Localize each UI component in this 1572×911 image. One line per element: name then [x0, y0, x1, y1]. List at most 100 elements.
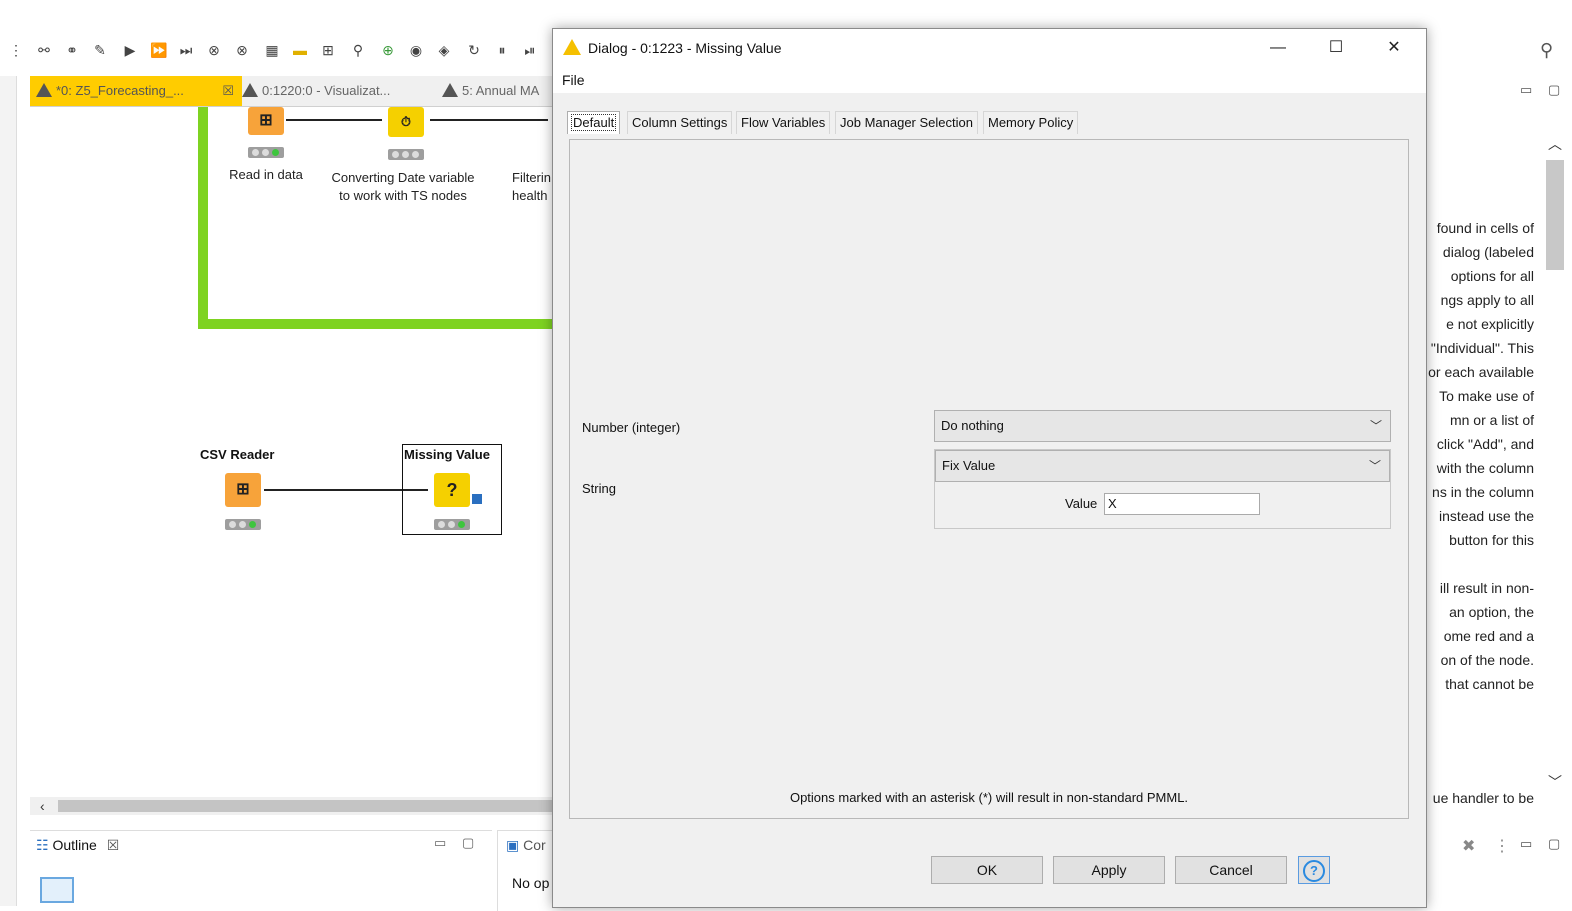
missing-value-dialog: Dialog - 0:1223 - Missing Value — ☐ ✕ Fi… — [552, 28, 1427, 908]
name-icon[interactable]: ◈ — [436, 42, 452, 58]
outline-title: Outline — [52, 837, 97, 853]
model-port-icon — [472, 494, 482, 504]
warning-icon — [442, 83, 458, 97]
add-icon[interactable]: ⊕ — [380, 42, 396, 58]
maximize-icon[interactable]: ▢ — [1548, 836, 1560, 852]
csv-reader-title: CSV Reader — [200, 447, 275, 462]
table-reset-icon[interactable]: ▦ — [264, 42, 280, 58]
hierarchy-icon[interactable]: ⚭ — [64, 42, 80, 58]
console-text: No op — [512, 875, 550, 891]
canvas-horizontal-scrollbar[interactable]: ‹ — [30, 797, 560, 815]
connection-line — [286, 119, 382, 121]
resume-icon[interactable]: ⏯ — [522, 42, 538, 58]
missing-value-title: Missing Value — [404, 447, 490, 462]
loop-icon[interactable]: ↻ — [466, 42, 482, 58]
warning-icon — [563, 39, 581, 55]
string-select[interactable]: Fix Value ﹀ — [935, 450, 1390, 482]
execute-all-icon[interactable]: ⏩ — [150, 42, 167, 58]
close-icon[interactable]: ☒ — [222, 76, 234, 106]
help-button[interactable]: ? — [1298, 856, 1330, 884]
string-label: String — [582, 481, 616, 496]
connect-icon[interactable]: ⚯ — [36, 42, 52, 58]
csv-reader-node[interactable]: ⊞ — [225, 473, 261, 507]
execute-icon[interactable]: ▶ — [122, 42, 138, 58]
apply-button[interactable]: Apply — [1053, 856, 1165, 884]
warning-icon — [36, 83, 52, 97]
id-icon[interactable]: ◉ — [408, 42, 424, 58]
number-integer-label: Number (integer) — [582, 420, 681, 435]
missing-value-node[interactable]: ? — [434, 473, 470, 507]
tab-column-settings[interactable]: Column Settings — [627, 111, 733, 134]
chevron-down-icon: ﹀ — [1368, 459, 1381, 473]
search-icon[interactable]: ⚲ — [1540, 40, 1553, 61]
string-settings-box: Fix Value ﹀ Value X — [934, 449, 1391, 529]
scrollbar-thumb[interactable] — [58, 800, 558, 812]
metanode-border-left — [198, 107, 208, 329]
outline-icon: ☷ — [36, 837, 49, 853]
main-toolbar: ⋮ ⚯ ⚭ ✎ ▶ ⏩ ⏭ ⊗ ⊗ ▦ ▬ ⊞ ⚲ ⊕ ◉ ◈ ↻ ⏸ ⏯ — [0, 34, 560, 66]
kebab-icon[interactable]: ⋮ — [8, 42, 24, 58]
pmml-footnote: Options marked with an asterisk (*) will… — [789, 790, 1189, 805]
chevron-down-icon: ﹀ — [1369, 419, 1382, 433]
node-status-lights — [434, 519, 470, 530]
number-integer-select[interactable]: Do nothing ﹀ — [934, 410, 1391, 442]
connection-line — [430, 119, 548, 121]
node-status-lights — [225, 519, 261, 530]
console-icon: ▣ — [506, 837, 520, 853]
close-button[interactable]: ✕ — [1365, 29, 1423, 67]
console-view: ▣ Cor No op — [497, 830, 558, 911]
tab-default[interactable]: Default — [567, 111, 621, 134]
warning-icon — [242, 83, 258, 97]
menu-file[interactable]: File — [562, 72, 585, 88]
minimize-icon[interactable]: ▭ — [1520, 836, 1532, 852]
tab-job-manager-selection[interactable]: Job Manager Selection — [835, 111, 978, 134]
kebab-icon[interactable]: ⋮ — [1494, 836, 1510, 856]
tab-flow-variables[interactable]: Flow Variables — [736, 111, 831, 134]
editor-tab-forecasting[interactable]: *0: Z5_Forecasting_... ☒ — [30, 76, 242, 106]
minimize-icon[interactable]: ▭ — [1520, 82, 1532, 98]
left-side-strip — [0, 76, 17, 906]
cancel-all-icon[interactable]: ⊗ — [234, 42, 250, 58]
fix-value-input[interactable]: X — [1104, 493, 1260, 515]
node-label: Converting Date variable to work with TS… — [331, 170, 475, 203]
pause-icon[interactable]: ⏸ — [494, 42, 510, 58]
help-icon: ? — [1303, 859, 1325, 882]
minimize-icon[interactable]: ▭ — [434, 835, 446, 851]
chevron-left-icon[interactable]: ‹ — [40, 797, 45, 815]
outline-view: ☷ Outline ☒ ▭ ▢ — [30, 830, 492, 911]
outline-thumbnail[interactable] — [40, 877, 74, 903]
fix-value-label: Value — [1065, 496, 1098, 511]
tools-icon[interactable]: ✖ — [1462, 836, 1475, 856]
node-label: Read in data — [229, 167, 303, 182]
read-data-node[interactable]: ⊞ — [248, 107, 284, 135]
inspect-icon[interactable]: ⊞ — [320, 42, 336, 58]
dialog-titlebar[interactable]: Dialog - 0:1223 - Missing Value — ☐ ✕ — [553, 29, 1426, 67]
editor-tab-bar: *0: Z5_Forecasting_... ☒ 0:1220:0 - Visu… — [30, 76, 560, 107]
maximize-icon[interactable]: ▢ — [462, 835, 474, 851]
minimize-button[interactable]: — — [1249, 29, 1307, 67]
cancel-button[interactable]: Cancel — [1175, 856, 1287, 884]
dialog-title: Dialog - 0:1223 - Missing Value — [588, 40, 782, 56]
search-icon[interactable]: ⚲ — [350, 42, 366, 58]
maximize-button[interactable]: ☐ — [1307, 29, 1365, 67]
cancel-icon[interactable]: ⊗ — [206, 42, 222, 58]
editor-tab-annual[interactable]: 5: Annual MA — [442, 76, 560, 106]
chevron-down-icon[interactable]: ﹀ — [1548, 772, 1562, 792]
description-scrollbar-thumb[interactable] — [1546, 160, 1564, 270]
console-title: Cor — [523, 837, 546, 853]
comment-icon[interactable]: ▬ — [292, 42, 308, 58]
editor-tab-visualization[interactable]: 0:1220:0 - Visualizat... — [242, 76, 432, 106]
metanode-border-bottom — [198, 319, 560, 329]
workflow-canvas[interactable]: ⊞ Read in data ⏱ Converting Date variabl… — [30, 107, 560, 797]
date-convert-node[interactable]: ⏱ — [388, 107, 424, 137]
edit-doc-icon[interactable]: ✎ — [92, 42, 108, 58]
ok-button[interactable]: OK — [931, 856, 1043, 884]
maximize-icon[interactable]: ▢ — [1548, 82, 1560, 98]
tab-memory-policy[interactable]: Memory Policy — [983, 111, 1079, 134]
close-icon[interactable]: ☒ — [107, 837, 120, 853]
chevron-up-icon[interactable]: ︿ — [1548, 134, 1562, 154]
dialog-menubar: File — [553, 67, 1426, 93]
step-icon[interactable]: ⏭ — [178, 42, 194, 58]
node-status-lights — [388, 149, 424, 160]
node-status-lights — [248, 147, 284, 158]
